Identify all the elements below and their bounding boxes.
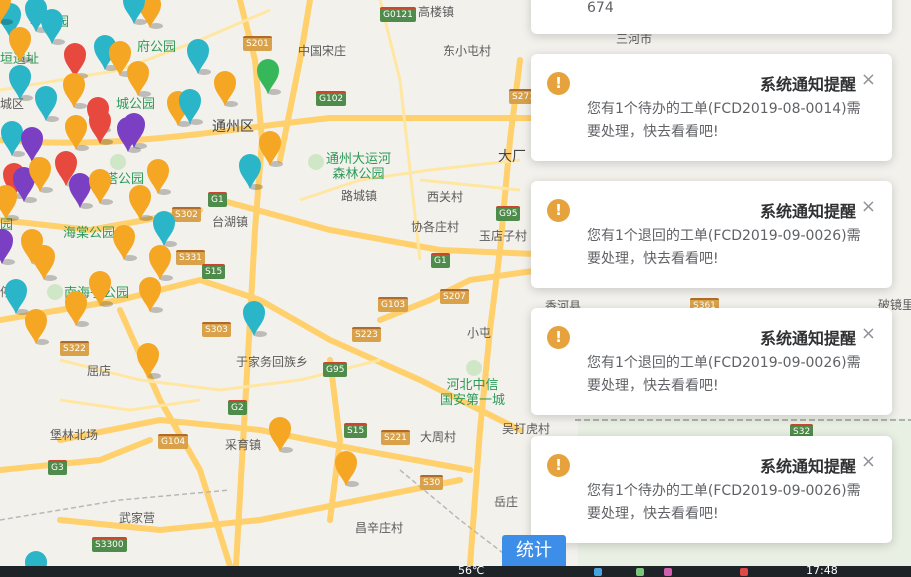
map-marker-pin[interactable] bbox=[127, 61, 151, 97]
map-marker-pin[interactable] bbox=[113, 225, 137, 261]
map-marker-pin[interactable] bbox=[9, 65, 33, 101]
close-icon[interactable]: × bbox=[861, 452, 876, 472]
map-marker-pin[interactable] bbox=[89, 109, 113, 145]
map-marker-pin[interactable] bbox=[41, 9, 65, 45]
map-marker-pin[interactable] bbox=[9, 27, 33, 63]
map-marker-pin[interactable] bbox=[257, 59, 281, 95]
map-marker-pin[interactable] bbox=[25, 309, 49, 345]
map-marker-pin[interactable] bbox=[259, 131, 283, 167]
map-marker-pin[interactable] bbox=[0, 229, 15, 265]
map-marker-pin[interactable] bbox=[5, 279, 29, 315]
taskbar: 56℃ 17:48 bbox=[0, 566, 911, 577]
map-marker-pin[interactable] bbox=[25, 551, 49, 566]
close-icon[interactable]: × bbox=[861, 324, 876, 344]
warning-icon: ! bbox=[547, 326, 570, 349]
map-marker-pin[interactable] bbox=[239, 154, 263, 190]
map-marker-pin[interactable] bbox=[89, 271, 113, 307]
map-marker-pin[interactable] bbox=[137, 343, 161, 379]
map-marker-pin[interactable] bbox=[153, 211, 177, 247]
notification-message: 您有1个退回的工单(FCD2019-09-0026)需要处理，快去看看吧! bbox=[587, 228, 861, 267]
map-marker-pin[interactable] bbox=[33, 245, 57, 281]
map-marker-pin[interactable] bbox=[65, 291, 89, 327]
notification-message: 您有1个待办的工单(FCD2019-09-0026)需要处理，快去看看吧! bbox=[587, 483, 861, 522]
temperature-readout: 56℃ bbox=[458, 566, 485, 577]
statistics-button[interactable]: 统计 bbox=[502, 535, 566, 566]
notification-message: 674 bbox=[587, 0, 614, 16]
map-marker-pin[interactable] bbox=[35, 86, 59, 122]
taskbar-app-icon[interactable] bbox=[594, 568, 602, 576]
map-marker-pin[interactable] bbox=[179, 89, 203, 125]
taskbar-app-icon[interactable] bbox=[740, 568, 748, 576]
taskbar-app-icon[interactable] bbox=[636, 568, 644, 576]
map-marker-pin[interactable] bbox=[147, 159, 171, 195]
map-marker-pin[interactable] bbox=[63, 73, 87, 109]
notification-title: 系统通知提醒 bbox=[759, 329, 856, 348]
map-marker-pin[interactable] bbox=[29, 157, 53, 193]
taskbar-app-icon[interactable] bbox=[664, 568, 672, 576]
map-marker-pin[interactable] bbox=[149, 245, 173, 281]
map-marker-pin[interactable] bbox=[129, 185, 153, 221]
notification-message: 您有1个退回的工单(FCD2019-09-0026)需要处理，快去看看吧! bbox=[587, 355, 861, 394]
notification-card: ! 系统通知提醒 × 您有1个待办的工单(FCD2019-08-0014)需要处… bbox=[531, 54, 892, 161]
warning-icon: ! bbox=[547, 199, 570, 222]
map-marker-pin[interactable] bbox=[139, 277, 163, 313]
map-marker-pin[interactable] bbox=[335, 451, 359, 487]
map-marker-pin[interactable] bbox=[243, 301, 267, 337]
map-marker-pin[interactable] bbox=[187, 39, 211, 75]
notification-card: ! 系统通知提醒 × 您有1个退回的工单(FCD2019-09-0026)需要处… bbox=[531, 181, 892, 288]
map-marker-pin[interactable] bbox=[65, 115, 89, 151]
notification-card: 674 bbox=[531, 0, 892, 34]
close-icon[interactable]: × bbox=[861, 70, 876, 90]
notification-title: 系统通知提醒 bbox=[759, 457, 856, 476]
notification-title: 系统通知提醒 bbox=[759, 202, 856, 221]
notification-card: ! 系统通知提醒 × 您有1个退回的工单(FCD2019-09-0026)需要处… bbox=[531, 308, 892, 415]
warning-icon: ! bbox=[547, 454, 570, 477]
clock: 17:48 bbox=[806, 566, 838, 577]
map-marker-pin[interactable] bbox=[269, 417, 293, 453]
close-icon[interactable]: × bbox=[861, 197, 876, 217]
map-marker-pin[interactable] bbox=[89, 169, 113, 205]
warning-icon: ! bbox=[547, 72, 570, 95]
notification-card: ! 系统通知提醒 × 您有1个待办的工单(FCD2019-09-0026)需要处… bbox=[531, 436, 892, 543]
notification-title: 系统通知提醒 bbox=[759, 75, 856, 94]
map-marker-pin[interactable] bbox=[214, 71, 238, 107]
notification-message: 您有1个待办的工单(FCD2019-08-0014)需要处理，快去看看吧! bbox=[587, 101, 861, 140]
